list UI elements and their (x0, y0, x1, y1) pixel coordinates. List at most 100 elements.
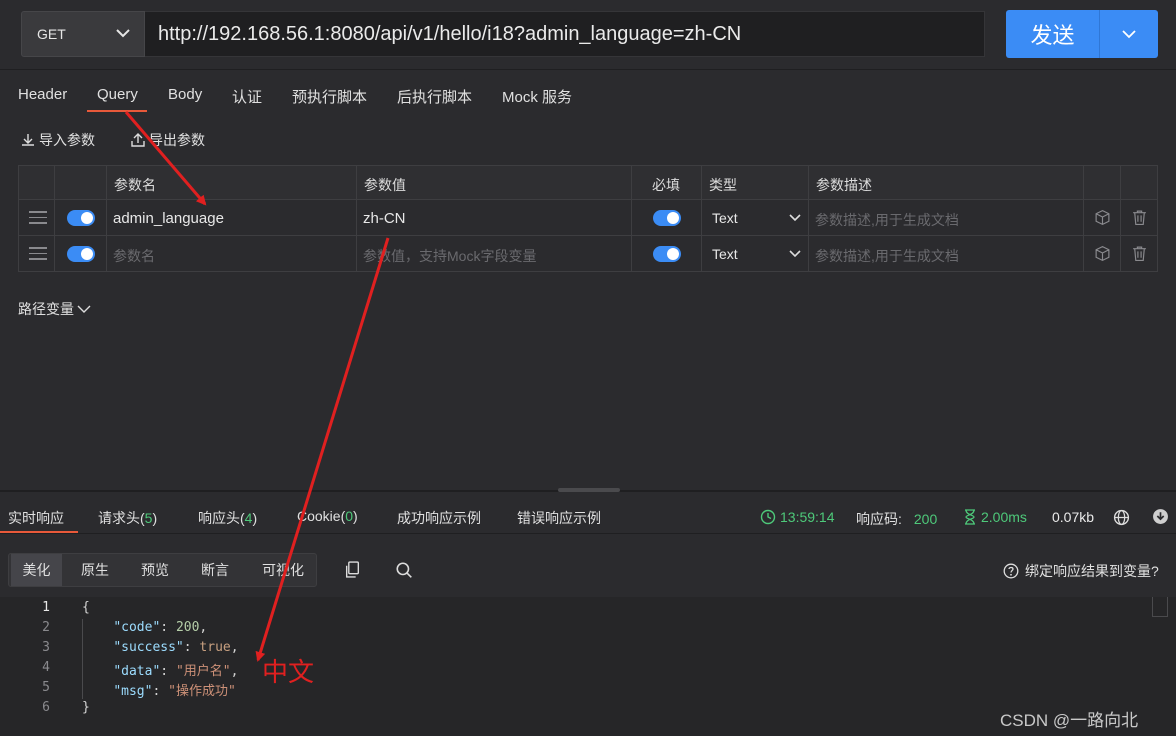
code-line: "data": "用户名", (113, 664, 239, 679)
view-beautify-button[interactable]: 美化 (11, 554, 62, 586)
param-name-placeholder: 参数名 (113, 248, 155, 264)
view-visualize-button[interactable]: 可视化 (251, 554, 315, 586)
header-description: 参数描述 (809, 165, 1084, 200)
download-circle-icon[interactable] (1152, 508, 1169, 525)
response-duration-value: 2.00ms (981, 509, 1027, 525)
cube-icon (1095, 245, 1110, 262)
param-value-input[interactable]: zh-CN (357, 200, 632, 236)
header-required: 必填 (632, 165, 702, 200)
search-icon[interactable] (395, 561, 413, 579)
editor-scrollbar[interactable] (1152, 597, 1168, 617)
response-size: 0.07kb (1052, 509, 1094, 525)
globe-icon[interactable] (1113, 509, 1130, 526)
param-value-input[interactable]: 参数值，支持Mock字段变量 (357, 236, 632, 272)
line-number: 1 (42, 600, 50, 615)
splitter-handle[interactable] (558, 488, 620, 492)
bind-result-to-variable[interactable]: 绑定响应结果到变量? (1003, 561, 1159, 581)
divider (0, 533, 1176, 534)
table-row: admin_language zh-CN Text 参数描述,用于生成文档 (18, 200, 1158, 236)
drag-handle[interactable] (18, 200, 55, 236)
send-options-button[interactable] (1099, 10, 1158, 58)
tab-live-response[interactable]: 实时响应 (8, 508, 64, 528)
row-enable-toggle[interactable] (67, 246, 95, 262)
row-enable-toggle[interactable] (67, 210, 95, 226)
send-button[interactable]: 发送 (1006, 10, 1099, 58)
delete-row-button[interactable] (1121, 200, 1158, 236)
tab-cookie[interactable]: Cookie(0) (297, 508, 358, 524)
header-param-value: 参数值 (357, 165, 632, 200)
param-value-value: zh-CN (363, 210, 406, 227)
status-code: 响应码: 200 (856, 509, 937, 529)
status-code-label: 响应码: (856, 511, 902, 527)
bind-result-label: 绑定响应结果到变量? (1025, 563, 1159, 579)
export-params-button[interactable]: 导出参数 (130, 130, 205, 150)
response-time-value: 13:59:14 (780, 509, 835, 525)
help-circle-icon (1003, 563, 1019, 579)
import-params-label: 导入参数 (39, 132, 95, 148)
header-action-col (1084, 165, 1121, 200)
param-name-input[interactable]: admin_language (107, 200, 357, 236)
mock-button[interactable] (1084, 200, 1121, 236)
trash-icon (1133, 246, 1146, 261)
view-assert-button[interactable]: 断言 (189, 554, 241, 586)
required-toggle[interactable] (653, 210, 681, 226)
response-size-value: 0.07kb (1052, 509, 1095, 525)
request-bar: GET http://192.168.56.1:8080/api/v1/hell… (0, 0, 1176, 70)
code-line: "code": 200, (113, 620, 208, 635)
required-cell (632, 200, 702, 236)
tab-response-headers[interactable]: 响应头(4) (198, 508, 257, 528)
cube-icon (1095, 209, 1110, 226)
code-line: "msg": "操作成功" (113, 684, 236, 699)
path-variables-label: 路径变量 (18, 301, 74, 317)
tab-auth[interactable]: 认证 (232, 86, 262, 107)
line-number: 3 (42, 640, 50, 655)
row-enable-cell (55, 236, 107, 272)
code-line: { (82, 600, 90, 615)
copy-icon[interactable] (344, 561, 361, 579)
drag-handle[interactable] (18, 236, 55, 272)
method-label: GET (37, 26, 66, 42)
clock-icon (760, 509, 776, 525)
param-desc-input[interactable]: 参数描述,用于生成文档 (809, 200, 1084, 236)
tab-body[interactable]: Body (168, 86, 202, 103)
code-line: "success": true, (113, 640, 239, 655)
url-text: http://192.168.56.1:8080/api/v1/hello/i1… (158, 23, 742, 45)
tab-mock[interactable]: Mock 服务 (502, 86, 572, 107)
view-raw-button[interactable]: 原生 (69, 554, 121, 586)
tab-pre-script[interactable]: 预执行脚本 (292, 86, 367, 107)
type-select[interactable]: Text (702, 200, 809, 236)
header-action-col (1121, 165, 1158, 200)
tab-error-example[interactable]: 错误响应示例 (517, 508, 601, 528)
watermark: CSDN @一路向北 (1000, 711, 1139, 730)
type-value: Text (712, 210, 738, 226)
header-type: 类型 (702, 165, 809, 200)
line-number: 2 (42, 620, 50, 635)
view-mode-group: 美化 原生 预览 断言 可视化 (8, 553, 317, 587)
param-desc-placeholder: 参数描述,用于生成文档 (815, 212, 959, 228)
param-desc-input[interactable]: 参数描述,用于生成文档 (809, 236, 1084, 272)
tab-post-script[interactable]: 后执行脚本 (397, 86, 472, 107)
line-number: 6 (42, 700, 50, 715)
active-tab-indicator (87, 110, 147, 112)
delete-row-button[interactable] (1121, 236, 1158, 272)
chevron-down-icon (77, 305, 91, 313)
mock-button[interactable] (1084, 236, 1121, 272)
export-params-label: 导出参数 (149, 132, 205, 148)
tab-request-headers[interactable]: 请求头(5) (98, 508, 157, 528)
param-name-input[interactable]: 参数名 (107, 236, 357, 272)
annotation-label: 中文 (262, 658, 315, 688)
required-cell (632, 236, 702, 272)
response-time: 13:59:14 (760, 509, 835, 525)
path-variables-toggle[interactable]: 路径变量 (18, 299, 92, 319)
import-params-button[interactable]: 导入参数 (20, 130, 95, 150)
tab-query[interactable]: Query (97, 86, 138, 103)
required-toggle[interactable] (653, 246, 681, 262)
param-name-value: admin_language (113, 210, 224, 227)
view-preview-button[interactable]: 预览 (129, 554, 181, 586)
tab-header[interactable]: Header (18, 86, 67, 103)
url-input[interactable]: http://192.168.56.1:8080/api/v1/hello/i1… (145, 11, 985, 57)
tab-success-example[interactable]: 成功响应示例 (397, 508, 481, 528)
chevron-down-icon (789, 214, 801, 222)
method-select[interactable]: GET (21, 11, 145, 57)
type-select[interactable]: Text (702, 236, 809, 272)
